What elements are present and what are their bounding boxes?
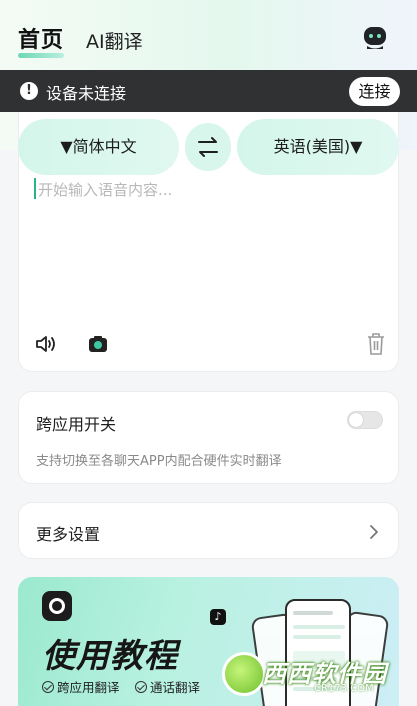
tab-home-indicator (18, 53, 64, 58)
device-status-text: 设备未连接 (46, 84, 127, 103)
voice-input-area[interactable]: 开始输入语音内容... (38, 179, 172, 200)
robot-avatar-icon[interactable] (361, 24, 389, 52)
cross-app-title: 跨应用开关 (36, 415, 117, 434)
watermark-logo: 西西软件园 CR173.COM (222, 650, 398, 698)
toggle-knob (349, 413, 363, 427)
watermark-subtext: CR173.COM (314, 683, 374, 694)
more-settings-label: 更多设置 (36, 525, 101, 544)
swap-languages-button[interactable] (185, 123, 231, 171)
header: 首页 AI翻译 (0, 0, 417, 70)
connect-button[interactable]: 连接 (349, 77, 400, 106)
check-circle-icon (42, 681, 54, 693)
chevron-right-icon (370, 525, 378, 539)
tiktok-icon: ♪ (210, 609, 226, 625)
tab-ai-translate[interactable]: AI翻译 (86, 27, 143, 54)
text-cursor (34, 178, 36, 199)
camera-icon[interactable] (87, 333, 109, 355)
trash-icon[interactable] (366, 332, 386, 356)
swap-icon (198, 137, 218, 157)
speaker-icon[interactable] (34, 333, 58, 355)
cross-app-description: 支持切换至各聊天APP内配合硬件实时翻译 (36, 454, 282, 469)
banner-tag-cross-app: 跨应用翻译 (42, 677, 120, 696)
banner-title: 使用教程 (42, 636, 178, 675)
more-settings-row[interactable]: 更多设置 (18, 502, 399, 559)
target-language-select[interactable]: 英语(美国)▼ (237, 119, 399, 175)
cross-app-toggle[interactable] (347, 411, 383, 429)
banner-tag-call: 通话翻译 (135, 677, 200, 696)
cross-app-card: 跨应用开关 支持切换至各聊天APP内配合硬件实时翻译 (18, 391, 399, 484)
tab-home[interactable]: 首页 (18, 22, 64, 54)
app-logo-icon (42, 591, 72, 621)
alert-icon: ! (20, 82, 38, 100)
source-language-select[interactable]: ▼简体中文 (18, 119, 179, 175)
check-circle-icon (135, 681, 147, 693)
watermark-emblem (222, 652, 266, 696)
